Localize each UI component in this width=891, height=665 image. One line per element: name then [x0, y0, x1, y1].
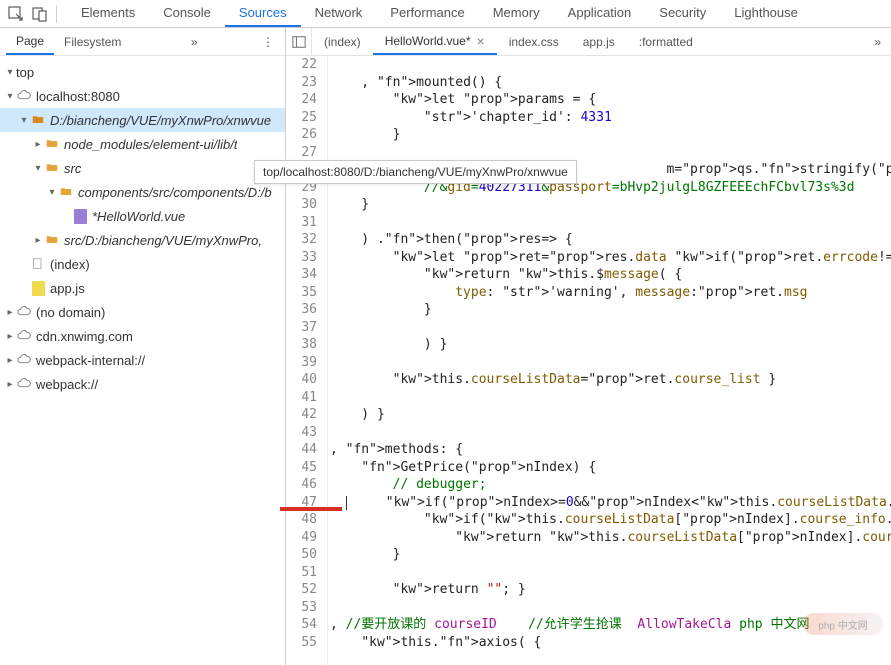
file-icon [30, 256, 46, 272]
tab-lighthouse[interactable]: Lighthouse [720, 0, 812, 27]
tree-src[interactable]: ▾ src [0, 156, 285, 180]
tree-components[interactable]: ▾ components/src/components/D:/b [0, 180, 285, 204]
tab-performance[interactable]: Performance [376, 0, 478, 27]
folder-icon [30, 112, 46, 128]
devtools-topbar: Elements Console Sources Network Perform… [0, 0, 891, 28]
cloud-icon [16, 376, 32, 392]
folder-icon [44, 232, 60, 248]
cloud-icon [16, 304, 32, 320]
watermark: php 中文网 [803, 613, 883, 635]
more-tabs-icon[interactable]: » [864, 35, 891, 49]
tree-helloworld-vue[interactable]: *HelloWorld.vue [0, 204, 285, 228]
tree-top[interactable]: ▾ top [0, 60, 285, 84]
tab-network[interactable]: Network [301, 0, 377, 27]
folder-icon [58, 184, 74, 200]
kebab-menu-icon[interactable]: ⋮ [257, 35, 279, 49]
editor-tab-formatted[interactable]: :formatted [627, 28, 705, 55]
folder-icon [44, 160, 60, 176]
code-editor[interactable]: 22 23 24 25 26 27 28 29 30 31 32 33 34 3… [286, 56, 891, 665]
tab-console[interactable]: Console [149, 0, 225, 27]
breakpoint-marker [280, 507, 342, 511]
device-toggle-icon[interactable] [28, 2, 52, 26]
tree-webpack[interactable]: ▸ webpack:// [0, 372, 285, 396]
tab-security[interactable]: Security [645, 0, 720, 27]
sidebar-tab-filesystem[interactable]: Filesystem [54, 28, 131, 55]
cloud-icon [16, 88, 32, 104]
tree-appjs[interactable]: app.js [0, 276, 285, 300]
tab-sources[interactable]: Sources [225, 0, 301, 27]
tree-nodomain[interactable]: ▸ (no domain) [0, 300, 285, 324]
line-gutter[interactable]: 22 23 24 25 26 27 28 29 30 31 32 33 34 3… [286, 56, 328, 665]
path-tooltip: top/localhost:8080/D:/biancheng/VUE/myXn… [254, 160, 577, 184]
tree-host[interactable]: ▾ localhost:8080 [0, 84, 285, 108]
code-content[interactable]: , "fn">mounted() { "kw">let "prop">param… [328, 56, 891, 665]
folder-icon [44, 136, 60, 152]
editor-tab-indexcss[interactable]: index.css [497, 28, 571, 55]
sidebar-tab-page[interactable]: Page [6, 28, 54, 55]
tree-project-folder[interactable]: ▾ D:/biancheng/VUE/myXnwPro/xnwvue [0, 108, 285, 132]
tab-application[interactable]: Application [554, 0, 646, 27]
more-tabs-icon[interactable]: » [183, 35, 205, 49]
tree-webpack-internal[interactable]: ▸ webpack-internal:// [0, 348, 285, 372]
editor-tab-helloworld[interactable]: HelloWorld.vue*× [373, 28, 497, 55]
panel-tabs: Elements Console Sources Network Perform… [67, 0, 812, 27]
cloud-icon [16, 328, 32, 344]
js-file-icon [30, 280, 46, 296]
editor-tab-index[interactable]: (index) [312, 28, 373, 55]
sources-sidebar: Page Filesystem » ⋮ ▾ top ▾ localhost:80… [0, 28, 286, 665]
editor-tab-appjs[interactable]: app.js [571, 28, 627, 55]
tree-index[interactable]: (index) [0, 252, 285, 276]
editor-panel: (index) HelloWorld.vue*× index.css app.j… [286, 28, 891, 665]
tree-cdn[interactable]: ▸ cdn.xnwimg.com [0, 324, 285, 348]
tree-src-path[interactable]: ▸ src/D:/biancheng/VUE/myXnwPro, [0, 228, 285, 252]
tab-memory[interactable]: Memory [479, 0, 554, 27]
tab-elements[interactable]: Elements [67, 0, 149, 27]
close-icon[interactable]: × [477, 33, 485, 49]
cloud-icon [16, 352, 32, 368]
sidebar-toggle-icon[interactable] [286, 28, 312, 55]
tree-node-modules[interactable]: ▸ node_modules/element-ui/lib/t [0, 132, 285, 156]
file-tree: ▾ top ▾ localhost:8080 ▾ D:/biancheng/VU… [0, 56, 285, 665]
inspect-icon[interactable] [4, 2, 28, 26]
vue-file-icon [72, 208, 88, 224]
